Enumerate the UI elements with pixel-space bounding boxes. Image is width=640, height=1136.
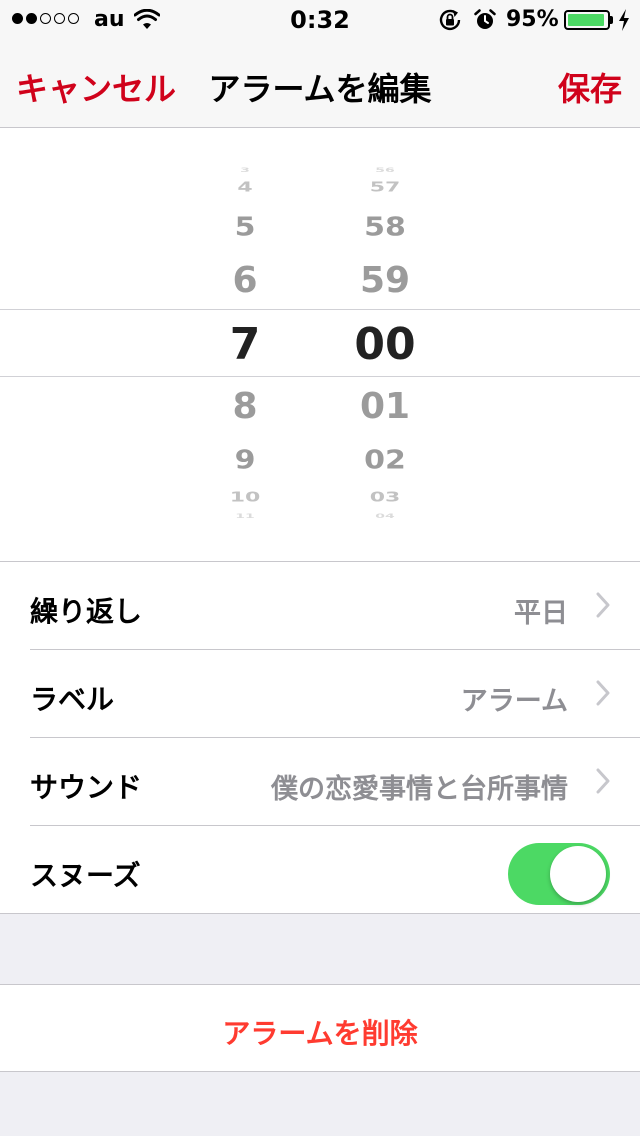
navigation-bar: キャンセル アラームを編集 保存 bbox=[0, 40, 640, 128]
repeat-value: 平日 bbox=[514, 598, 568, 629]
minute-option[interactable]: 59 bbox=[325, 263, 445, 299]
battery-fill bbox=[568, 14, 605, 26]
hour-option[interactable]: 5 bbox=[200, 215, 290, 241]
minute-selected[interactable]: 00 bbox=[325, 323, 445, 367]
minute-option[interactable]: 57 bbox=[325, 181, 445, 194]
page-title: アラームを編集 bbox=[208, 70, 432, 108]
hour-selected[interactable]: 7 bbox=[200, 323, 290, 367]
alarm-edit-screen: au 0:32 95% キャンセル アラームを編集 保存 3 4 5 6 7 8… bbox=[0, 0, 640, 1136]
alarm-clock-icon bbox=[474, 9, 496, 29]
label-label: ラベル bbox=[30, 683, 115, 716]
picker-selection-band bbox=[0, 309, 640, 377]
label-row[interactable]: ラベル アラーム bbox=[0, 650, 640, 738]
battery-icon bbox=[564, 10, 610, 30]
minute-option[interactable]: 04 bbox=[325, 513, 445, 519]
battery-percentage: 95% bbox=[506, 7, 559, 32]
minute-option[interactable]: 02 bbox=[325, 448, 445, 474]
status-bar: au 0:32 95% bbox=[0, 0, 640, 40]
hour-option[interactable]: 9 bbox=[200, 448, 290, 474]
hour-option[interactable]: 6 bbox=[200, 263, 290, 299]
chevron-right-icon bbox=[596, 592, 610, 618]
minute-option[interactable]: 58 bbox=[325, 215, 445, 241]
hour-option[interactable]: 8 bbox=[200, 389, 290, 425]
hour-option[interactable]: 11 bbox=[200, 513, 290, 519]
save-button[interactable]: 保存 bbox=[558, 64, 622, 110]
toggle-knob bbox=[550, 846, 606, 902]
repeat-row[interactable]: 繰り返し 平日 bbox=[0, 562, 640, 650]
chevron-right-icon bbox=[596, 680, 610, 706]
hour-option[interactable]: 10 bbox=[200, 491, 290, 504]
alarm-settings-list: 繰り返し 平日 ラベル アラーム サウンド 僕の恋愛事情と台所事情 スヌーズ bbox=[0, 562, 640, 914]
hour-option[interactable]: 3 bbox=[200, 167, 290, 173]
hour-wheel[interactable]: 3 4 5 6 7 8 9 10 11 bbox=[200, 128, 290, 561]
battery-cap bbox=[610, 16, 613, 24]
hour-option[interactable]: 4 bbox=[200, 181, 290, 194]
delete-alarm-label: アラームを削除 bbox=[222, 1017, 418, 1050]
sound-row[interactable]: サウンド 僕の恋愛事情と台所事情 bbox=[0, 738, 640, 826]
minute-option[interactable]: 01 bbox=[325, 389, 445, 425]
repeat-label: 繰り返し bbox=[30, 595, 143, 628]
chevron-right-icon bbox=[596, 768, 610, 794]
sound-label: サウンド bbox=[30, 771, 143, 804]
minute-wheel[interactable]: 56 57 58 59 00 01 02 03 04 bbox=[325, 128, 445, 561]
delete-alarm-button[interactable]: アラームを削除 bbox=[0, 984, 640, 1072]
rotation-lock-icon bbox=[439, 9, 461, 31]
charging-bolt-icon bbox=[619, 9, 629, 31]
time-picker: 3 4 5 6 7 8 9 10 11 56 57 58 59 00 01 02 03 04 bbox=[0, 128, 640, 562]
snooze-toggle[interactable] bbox=[508, 843, 610, 905]
snooze-row: スヌーズ bbox=[0, 826, 640, 914]
minute-option[interactable]: 56 bbox=[325, 167, 445, 173]
snooze-label: スヌーズ bbox=[30, 859, 141, 892]
minute-option[interactable]: 03 bbox=[325, 491, 445, 504]
label-value: アラーム bbox=[460, 686, 568, 717]
sound-value: 僕の恋愛事情と台所事情 bbox=[271, 774, 568, 805]
